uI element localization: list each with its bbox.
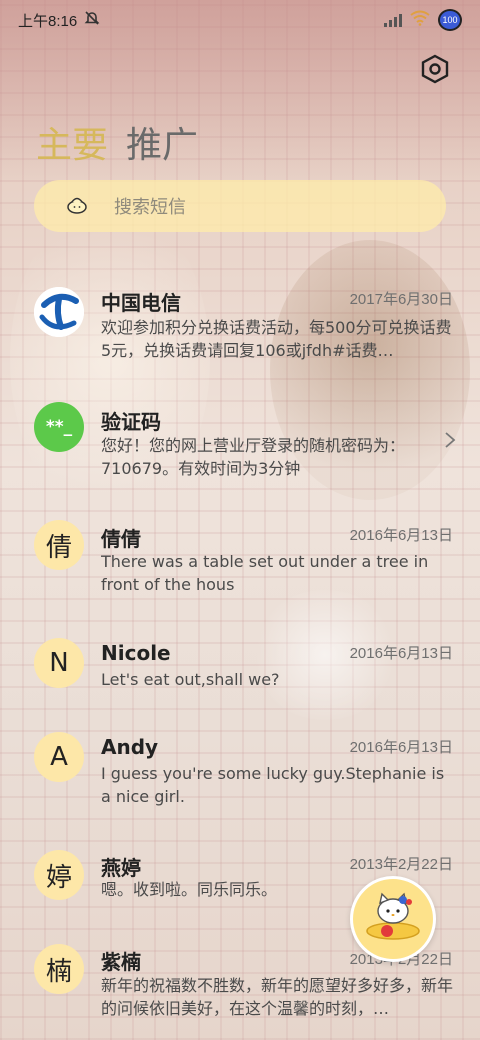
- contact-name: Andy: [101, 735, 159, 759]
- contact-name: 紫楠: [101, 950, 141, 974]
- battery-icon: 100: [438, 9, 462, 31]
- message-date: 2016年6月13日: [349, 527, 453, 544]
- signal-icon: [384, 13, 402, 27]
- tab-main[interactable]: 主要: [36, 116, 108, 168]
- message-preview: 欢迎参加积分兑换话费活动，每500分可兑换话费5元，兑换话费请回复106或jfd…: [101, 318, 452, 360]
- message-preview: I guess you're some lucky guy.Stephanie …: [101, 764, 445, 806]
- message-date: 2016年6月13日: [349, 645, 453, 662]
- contact-name: 燕婷: [101, 856, 141, 880]
- message-date: 2016年6月13日: [349, 739, 453, 756]
- compose-button[interactable]: [350, 876, 436, 962]
- message-preview: 新年的祝福数不胜数，新年的愿望好多好多，新年的问候依旧美好，在这个温馨的时刻，…: [101, 976, 453, 1018]
- verification-code-avatar: **_: [34, 402, 84, 452]
- compose-kitty-icon: [361, 889, 425, 949]
- wifi-icon: [410, 10, 430, 30]
- search-bar[interactable]: 搜索短信: [34, 180, 446, 232]
- contact-avatar: 婷: [34, 850, 84, 900]
- message-preview: Let's eat out,shall we?: [101, 670, 280, 689]
- message-preview: There was a table set out under a tree i…: [101, 552, 429, 594]
- contact-name: Nicole: [101, 641, 171, 665]
- tab-bar: 主要 推广: [36, 116, 198, 168]
- status-time: 上午8:16: [18, 12, 78, 30]
- search-input[interactable]: 搜索短信: [114, 193, 186, 219]
- mute-icon: [83, 9, 101, 31]
- message-preview: 您好！您的网上营业厅登录的随机密码为：710679。有效时间为3分钟: [101, 436, 406, 478]
- contact-name: 验证码: [101, 410, 161, 434]
- contact-avatar: 倩: [34, 520, 84, 570]
- contact-avatar: A: [34, 732, 84, 782]
- tab-promo[interactable]: 推广: [126, 116, 198, 168]
- contact-name: 中国电信: [101, 291, 181, 315]
- contact-avatar: 楠: [34, 944, 84, 994]
- contact-avatar: N: [34, 638, 84, 688]
- contact-name: 倩倩: [101, 527, 141, 551]
- message-date: 2013年2月22日: [349, 856, 453, 873]
- message-date: 2017年6月30日: [349, 291, 453, 308]
- settings-hex-icon: [421, 54, 449, 88]
- chevron-right-icon[interactable]: [444, 430, 456, 454]
- telecom-logo-icon: [34, 287, 84, 337]
- settings-button[interactable]: [418, 54, 452, 88]
- search-bun-icon: [66, 194, 88, 218]
- status-bar: 上午8:16 100: [0, 0, 480, 40]
